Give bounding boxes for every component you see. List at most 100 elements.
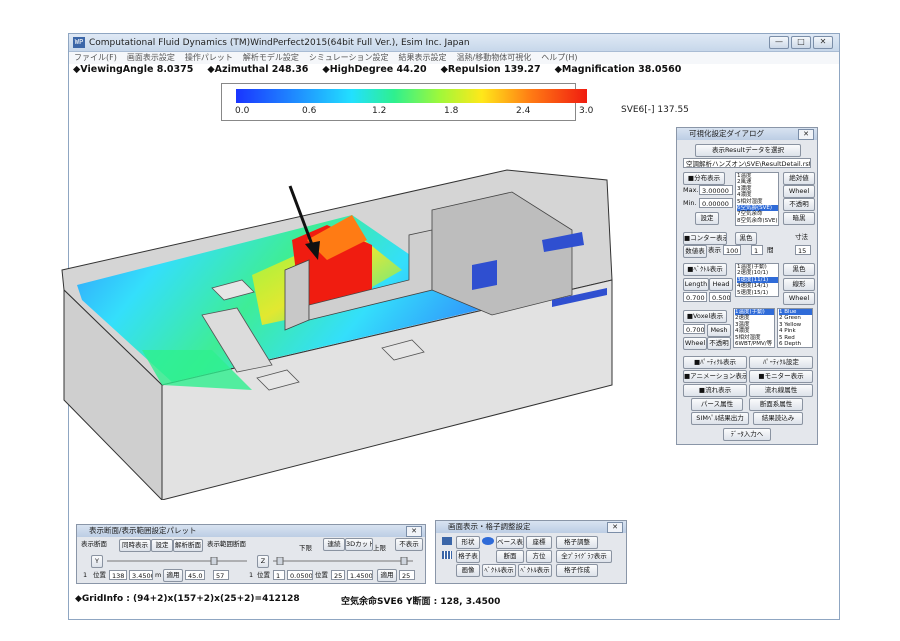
contour-black-button[interactable]: 黒色 xyxy=(735,232,757,245)
dist-quantity-list[interactable]: 1温度 2風速 3濃度 4濃度 5相対湿度 6空気齢(SVE) 7空気余命 8空… xyxy=(735,172,779,226)
assign-section-button[interactable]: 解析断面 xyxy=(173,539,203,552)
grid-create-button[interactable]: 格子作成 xyxy=(556,564,598,577)
max-value-field[interactable]: 3.00000 xyxy=(699,185,733,195)
y-pos-count[interactable]: 138 xyxy=(109,570,127,580)
3d-cut-button[interactable]: 3Dカット xyxy=(345,538,373,551)
absolute-button[interactable]: 絶対値 xyxy=(783,172,815,185)
coord-button[interactable]: 座標 xyxy=(526,536,552,549)
menu-item-palette[interactable]: 操作パレット xyxy=(185,52,233,64)
length-button[interactable]: Length xyxy=(683,278,709,291)
vector-display-button-2[interactable]: ﾍﾞｸﾄﾙ表示 xyxy=(482,564,516,577)
monitor-display-button[interactable]: ■モニター表示 xyxy=(749,370,813,383)
menu-item-thermal[interactable]: 温熱/移動物体可視化 xyxy=(457,52,532,64)
close-button[interactable]: ✕ xyxy=(813,36,833,49)
not-display-button[interactable]: 不表示 xyxy=(395,538,423,551)
title-bar[interactable]: WP Computational Fluid Dynamics (TM)Wind… xyxy=(69,34,839,52)
section-button[interactable]: 断面 xyxy=(496,550,524,563)
dist-display-button[interactable]: ■分布表示 xyxy=(683,172,725,185)
close-icon[interactable]: ✕ xyxy=(607,522,623,533)
list-item[interactable]: 6 Depth xyxy=(779,341,812,347)
menu-item-file[interactable]: ファイル(F) xyxy=(74,52,117,64)
display-section-label: 表示断面 xyxy=(81,540,107,548)
voxel-display-button[interactable]: ■Voxel表示 xyxy=(683,310,727,323)
color-list[interactable]: 1 Blue 2 Green 3 Yellow 4 Pink 5 Red 6 D… xyxy=(777,308,813,348)
streamline-display-button[interactable]: ■流れ表示 xyxy=(683,384,747,397)
min-value-field[interactable]: 0.00000 xyxy=(699,198,733,208)
head-button[interactable]: Head xyxy=(709,278,733,291)
y-low-field[interactable]: 45.0 xyxy=(185,570,205,580)
data-input-button[interactable]: ﾃﾞｰﾀ入力へ xyxy=(723,428,771,441)
voxel-opaque-button[interactable]: 不透明 xyxy=(707,337,731,350)
z-slider[interactable] xyxy=(273,557,413,565)
close-icon[interactable]: ✕ xyxy=(406,526,422,537)
y-slider[interactable] xyxy=(107,557,247,565)
load-result-button[interactable]: 表示Resultデータを選択 xyxy=(695,144,801,157)
opaque-button[interactable]: 不透明 xyxy=(783,198,815,211)
contour-step-field[interactable]: 1 xyxy=(751,245,763,255)
z-pos-count[interactable]: 1 xyxy=(273,570,285,580)
grid-display-button[interactable]: 格子表 xyxy=(456,550,480,563)
mesh-button[interactable]: Mesh xyxy=(707,324,731,337)
set-button[interactable]: 設定 xyxy=(695,212,719,225)
y-pos-value[interactable]: 3.4500 xyxy=(129,570,153,580)
result-read-button[interactable]: 結果読込み xyxy=(753,412,803,425)
particle-display-button[interactable]: ■ﾊﾟｰﾃｨｸﾙ表示 xyxy=(683,356,747,369)
z-axis-button[interactable]: Z xyxy=(257,555,269,568)
continuous-button[interactable]: 連続 xyxy=(323,538,345,551)
all-plot-button[interactable]: 全ﾌﾟﾗｲｸﾞﾗﾌ表示 xyxy=(556,550,612,563)
image-button[interactable]: 画像 xyxy=(456,564,480,577)
menu-item-simulation[interactable]: シミュレーション設定 xyxy=(309,52,389,64)
section-setting-button[interactable]: 断面系属性 xyxy=(749,398,803,411)
z-high-field[interactable]: 25 xyxy=(399,570,415,580)
list-item[interactable]: 8空気余命(SVE) xyxy=(737,218,778,224)
vector-head-field[interactable]: 0.500 xyxy=(709,292,731,302)
voxel-wheel-button[interactable]: Wheel xyxy=(683,337,707,350)
z-pos2-count[interactable]: 25 xyxy=(331,570,345,580)
z-pos-value[interactable]: 0.05000 xyxy=(287,570,313,580)
csv-output-button[interactable]: SIMﾍﾟﾙ結果出力 xyxy=(691,412,749,425)
shape-button[interactable]: 形状 xyxy=(456,536,480,549)
z-pos2-value[interactable]: 1.45000 xyxy=(347,570,373,580)
list-item[interactable]: 5速度(15/1) xyxy=(737,290,778,296)
wheel-button[interactable]: Wheel xyxy=(783,185,815,198)
menu-item-help[interactable]: ヘルプ(H) xyxy=(541,52,577,64)
y-apply-button[interactable]: 適用 xyxy=(163,569,183,582)
maximize-button[interactable]: □ xyxy=(791,36,811,49)
z-apply-button[interactable]: 適用 xyxy=(377,569,397,582)
display-panel-title: 画面表示・格子調整設定 ✕ xyxy=(436,521,626,533)
path-setting-button[interactable]: パース属性 xyxy=(691,398,743,411)
y-axis-button[interactable]: Y xyxy=(91,555,103,568)
contour-count-field[interactable]: 100 xyxy=(723,245,741,255)
vector-wheel-button[interactable]: Wheel xyxy=(783,292,815,305)
voxel-list[interactable]: 1温度(手動) 2速度 3温度 4濃度 5相対湿度 6WBT/PMV/等 xyxy=(733,308,775,348)
outline-button[interactable]: 線形 xyxy=(783,278,815,291)
close-icon[interactable]: ✕ xyxy=(798,129,814,140)
dark-button[interactable]: 暗黒 xyxy=(783,212,815,225)
streamline-setting-button[interactable]: 流れ線属性 xyxy=(749,384,813,397)
y-high-field[interactable]: 57 xyxy=(213,570,229,580)
animation-display-button[interactable]: ■アニメーション表示 xyxy=(683,370,747,383)
vector-display-button[interactable]: ■ﾍﾞｸﾄﾙ表示 xyxy=(683,263,727,276)
visualization-dialog: 可視化設定ダイアログ ✕ 表示Resultデータを選択 空調解析ハンズオン\SV… xyxy=(676,127,818,445)
menu-item-screen[interactable]: 画面表示設定 xyxy=(127,52,175,64)
cfd-3d-view[interactable] xyxy=(52,120,672,500)
batch-display-button[interactable]: 同時表示 xyxy=(119,539,151,552)
base-button[interactable]: ベース表 xyxy=(496,536,524,549)
setting-button[interactable]: 設定 xyxy=(151,539,173,552)
vector-display-button-3[interactable]: ﾍﾞｸﾄﾙ表示 xyxy=(518,564,552,577)
minimize-button[interactable]: — xyxy=(769,36,789,49)
voxel-value-field[interactable]: 0.7000 xyxy=(683,324,705,334)
list-item[interactable]: 6WBT/PMV/等 xyxy=(735,341,774,347)
numeric-button[interactable]: 数値表 xyxy=(683,245,707,258)
vector-length-field[interactable]: 0.700 xyxy=(683,292,707,302)
direction-button[interactable]: 方位 xyxy=(526,550,552,563)
size-field[interactable]: 15 xyxy=(795,245,811,255)
vector-list[interactable]: 1温度(手動) 2速度(10/1) 3速度(11/1) 4速度(14/1) 5速… xyxy=(735,263,779,297)
contour-display-button[interactable]: ■コンター表示 xyxy=(683,232,727,245)
menu-item-result[interactable]: 結果表示設定 xyxy=(399,52,447,64)
particle-setting-button[interactable]: ﾊﾟｰﾃｨｸﾙ設定 xyxy=(749,356,813,369)
grid-adjust-button[interactable]: 格子調整 xyxy=(556,536,598,549)
vector-black-button[interactable]: 黒色 xyxy=(783,263,815,276)
result-file-field[interactable]: 空調解析ハンズオン\SVE\ResultDetail.rst xyxy=(683,158,811,168)
menu-item-model[interactable]: 解析モデル設定 xyxy=(243,52,299,64)
